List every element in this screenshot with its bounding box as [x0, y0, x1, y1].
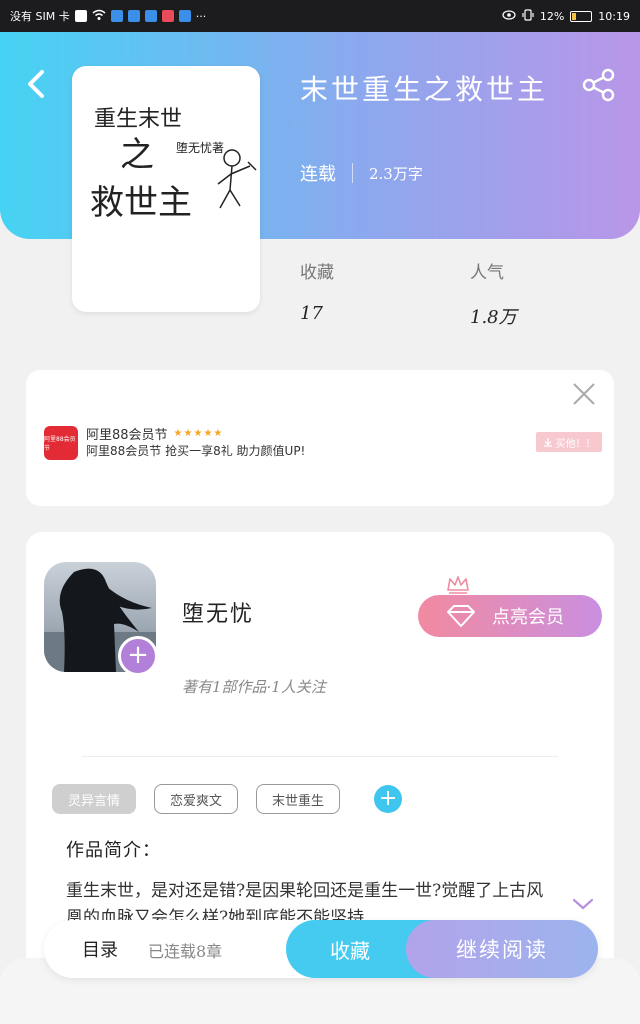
- close-icon: [573, 383, 595, 405]
- ad-buy-button[interactable]: 买他！！: [536, 432, 602, 452]
- download-icon: [543, 438, 552, 447]
- divider: [82, 756, 558, 757]
- add-tag-button[interactable]: +: [374, 785, 403, 813]
- ad-subtitle: 阿里88会员节 抢买一享8礼 助力颜值UP!: [86, 444, 306, 458]
- stat-popularity: 人气 1.8万: [470, 258, 517, 329]
- continue-reading-button[interactable]: 继续阅读: [406, 920, 598, 978]
- tag-chip[interactable]: 末世重生: [256, 784, 341, 814]
- stat-label: 人气: [470, 263, 504, 283]
- ad-buy-label: 买他！！: [555, 438, 596, 450]
- app-notification-icon: [161, 10, 174, 22]
- app-notification-icon: [110, 10, 123, 22]
- diamond-icon: [447, 605, 475, 627]
- book-title: 末世重生之救世主: [300, 73, 549, 106]
- more-notifications-icon: ···: [195, 9, 207, 23]
- intro-heading: 作品简介：: [66, 840, 161, 861]
- chevron-down-icon: [572, 898, 594, 910]
- app-notification-icon: [144, 10, 157, 22]
- book-meta: 连载 2.3万字: [300, 160, 423, 186]
- stat-favorites: 收藏 17: [300, 258, 334, 324]
- author-meta: 著有1部作品·1人关注: [182, 678, 326, 696]
- tag-list: 灵异言情 恋爱爽文 末世重生 +: [52, 784, 403, 814]
- stat-label: 收藏: [300, 263, 334, 283]
- svg-text:救世主: 救世主: [90, 183, 192, 223]
- ad-title: 阿里88会员节 ★★★★★: [86, 424, 223, 443]
- share-button[interactable]: [582, 68, 616, 102]
- author-name: 堕无忧: [182, 602, 255, 627]
- chevron-left-icon: [28, 70, 44, 98]
- ad-title-text: 阿里88会员节: [86, 428, 168, 443]
- book-cover[interactable]: 重生末世 之 堕无忧著 救世主: [72, 66, 260, 312]
- table-of-contents-button[interactable]: 目录: [82, 936, 118, 962]
- word-count: 2.3万字: [369, 164, 423, 183]
- stat-value: 17: [300, 303, 323, 324]
- app-notification-icon: [178, 10, 191, 22]
- clock: 10:19: [598, 9, 630, 23]
- intro-text: 重生末世，是对还是错?是因果轮回还是重生一世?觉醒了上古风凰的血脉又会怎么样?她…: [66, 881, 544, 926]
- vibrate-icon: [522, 8, 534, 24]
- tag-chip[interactable]: 恋爱爽文: [154, 784, 239, 814]
- bottom-action-bar: 目录 已连载8章 收藏 继续阅读: [44, 920, 598, 978]
- battery-icon: [570, 10, 593, 22]
- svg-text:堕无忧著: 堕无忧著: [176, 141, 224, 155]
- ad-close-button[interactable]: [572, 382, 596, 406]
- meta-divider: [352, 163, 353, 183]
- battery-percent: 12%: [539, 9, 565, 23]
- share-icon: [582, 68, 615, 102]
- read-button-label: 继续阅读: [456, 938, 548, 962]
- back-button[interactable]: [22, 66, 52, 102]
- svg-text:重生末世: 重生末世: [94, 107, 182, 132]
- stat-value: 1.8万: [470, 307, 517, 328]
- eye-icon: [502, 9, 516, 23]
- wifi-icon: [92, 9, 106, 24]
- crown-icon: [447, 576, 469, 594]
- carrier-text: 没有 SIM 卡: [10, 10, 70, 23]
- collect-button-label: 收藏: [330, 938, 370, 963]
- ad-logo: 阿里88会员节: [44, 426, 78, 460]
- chapter-status: 已连载8章: [148, 942, 223, 961]
- alert-icon: [74, 10, 87, 22]
- activate-vip-button[interactable]: 点亮会员: [418, 595, 602, 637]
- cover-image: 重生末世 之 堕无忧著 救世主: [90, 107, 257, 223]
- serial-status: 连载: [300, 164, 336, 185]
- svg-text:之: 之: [120, 135, 154, 175]
- follow-author-button[interactable]: +: [118, 636, 158, 676]
- ad-banner[interactable]: 阿里88会员节 阿里88会员节 ★★★★★ 阿里88会员节 抢买一享8礼 助力颜…: [26, 370, 614, 506]
- tag-chip[interactable]: 灵异言情: [52, 784, 137, 814]
- vip-button-label: 点亮会员: [492, 607, 564, 628]
- app-notification-icon: [127, 10, 140, 22]
- expand-intro-button[interactable]: [572, 896, 594, 910]
- rating-stars-icon: ★★★★★: [173, 428, 224, 439]
- status-bar: 没有 SIM 卡 ··· 12% 10:19: [0, 0, 640, 32]
